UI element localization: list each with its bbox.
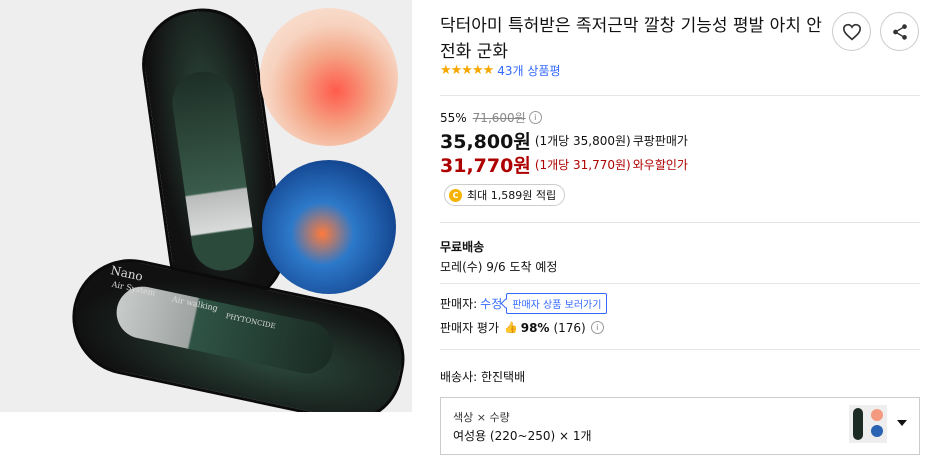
original-price: 71,600원 <box>472 111 526 125</box>
seller-rating-row: 판매자 평가 👍 98% (176) i <box>440 319 604 336</box>
reward-points-badge[interactable]: C 최대 1,589원 적립 <box>444 184 566 206</box>
seller-row: 판매자: 수정 판매자 상품 보러가기 <box>440 293 608 314</box>
info-icon[interactable]: i <box>590 321 604 334</box>
free-shipping-label: 무료배송 <box>440 240 485 254</box>
option-thumbnail <box>849 405 887 443</box>
coin-icon: C <box>449 188 462 202</box>
option-selector[interactable]: 색상 × 수량 여성용 (220~250) × 1개 <box>440 397 920 455</box>
seller-rating-count: (176) <box>553 320 586 335</box>
info-icon[interactable]: i <box>528 111 542 124</box>
share-button[interactable] <box>880 12 919 51</box>
option-header: 색상 × 수량 <box>453 411 510 424</box>
sale-price-row: 35,800원 (1개당 35,800원) 쿠팡판매가 <box>440 127 688 154</box>
divider <box>440 349 920 350</box>
reward-points-text: 최대 1,589원 적립 <box>467 189 557 202</box>
seller-store-button[interactable]: 판매자 상품 보러가기 <box>506 293 608 314</box>
option-selected-value: 여성용 (220~250) × 1개 <box>453 429 592 443</box>
thumbs-up-icon: 👍 <box>504 321 518 334</box>
divider <box>440 283 920 284</box>
wow-price: 31,770원 <box>440 155 531 177</box>
wishlist-button[interactable] <box>832 12 871 51</box>
sale-price-label: 쿠팡판매가 <box>632 134 688 148</box>
sale-unit-price: (1개당 35,800원) <box>534 134 631 148</box>
seller-label: 판매자: <box>440 297 478 311</box>
foot-pain-photo <box>260 8 398 146</box>
chevron-down-icon[interactable] <box>897 420 907 426</box>
discount-rate: 55% <box>440 110 467 125</box>
wow-price-label: 와우할인가 <box>632 158 688 172</box>
rating-summary: ★★★★★ 43개 상품평 <box>440 62 561 79</box>
discount-row: 55% 71,600원 i <box>440 109 542 126</box>
seller-rating-percent: 98% <box>520 320 550 335</box>
seller-rating-label: 판매자 평가 <box>440 321 500 335</box>
seller-name-link[interactable]: 수정 <box>480 295 502 312</box>
wow-unit-price: (1개당 31,770원) <box>534 158 631 172</box>
arrival-date: 모레(수) 9/6 도착 예정 <box>440 260 558 274</box>
heart-icon <box>842 23 861 40</box>
divider <box>440 95 920 96</box>
divider <box>440 222 920 223</box>
wow-price-row: 31,770원 (1개당 31,770원) 와우할인가 <box>440 151 688 178</box>
courier-info: 배송사: 한진택배 <box>440 370 526 384</box>
foot-xray-illustration <box>262 160 396 294</box>
sale-price: 35,800원 <box>440 131 531 153</box>
share-icon <box>892 23 907 40</box>
star-rating-icon: ★★★★★ <box>440 63 494 78</box>
review-count-link[interactable]: 43개 상품평 <box>497 62 560 79</box>
product-title: 닥터아미 특허받은 족저근막 깔창 기능성 평발 아치 안전화 군화 <box>440 16 822 62</box>
product-main-image[interactable]: Nano Air System Air walking PHYTONCIDE <box>0 0 412 412</box>
